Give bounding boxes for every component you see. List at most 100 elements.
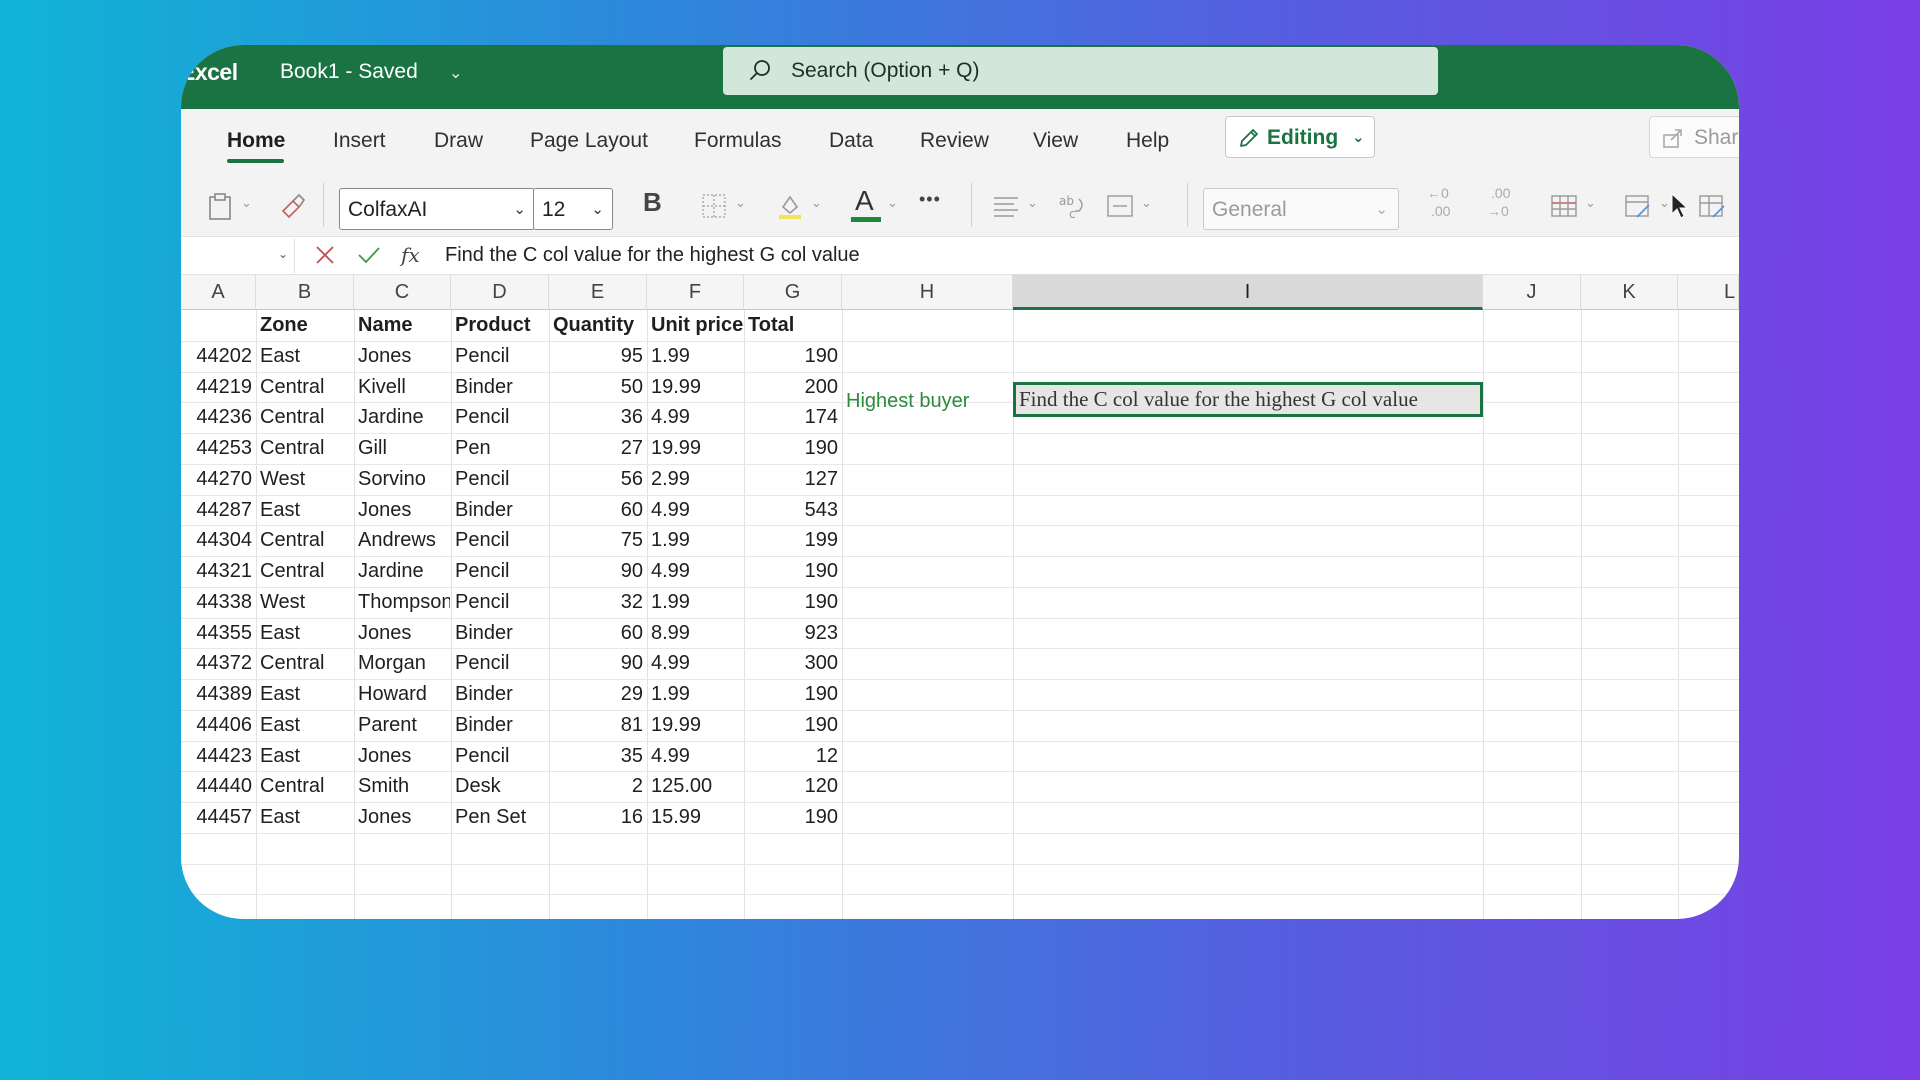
selected-cell[interactable]: Find the C col value for the highest G c… — [1013, 382, 1483, 417]
cell-b11[interactable]: East — [260, 618, 353, 649]
wrap-text-icon[interactable]: ab c — [1057, 191, 1087, 221]
cell-d3[interactable]: Binder — [455, 372, 548, 403]
cell-d2[interactable]: Pencil — [455, 341, 548, 372]
tab-review[interactable]: Review — [920, 129, 989, 153]
spreadsheet-grid[interactable]: A B C D E F G H I J K L Zone Name Product Q… — [181, 275, 1739, 919]
cell-e11[interactable]: 60 — [549, 618, 643, 649]
cell-g7[interactable]: 543 — [744, 495, 838, 526]
cell-f12[interactable]: 4.99 — [651, 648, 743, 679]
tab-draw[interactable]: Draw — [434, 129, 483, 153]
cell-d14[interactable]: Binder — [455, 710, 548, 741]
cell-e2[interactable]: 95 — [549, 341, 643, 372]
more-options-button[interactable]: ••• — [919, 189, 941, 210]
share-button[interactable]: Share — [1649, 116, 1739, 158]
cell-e5[interactable]: 27 — [549, 433, 643, 464]
column-header-c[interactable]: C — [354, 275, 451, 310]
clipboard-icon[interactable] — [205, 191, 235, 221]
cell-b10[interactable]: West — [260, 587, 353, 618]
merge-cells-icon[interactable] — [1105, 191, 1135, 221]
cell-a4[interactable]: 44236 — [181, 402, 252, 433]
cell-a7[interactable]: 44287 — [181, 495, 252, 526]
cell-b14[interactable]: East — [260, 710, 353, 741]
formula-input[interactable]: Find the C col value for the highest G c… — [445, 244, 860, 267]
chevron-down-icon[interactable]: ⌄ — [887, 195, 898, 211]
cell-g17[interactable]: 190 — [744, 802, 838, 833]
cell-a8[interactable]: 44304 — [181, 525, 252, 556]
cell-c5[interactable]: Gill — [358, 433, 450, 464]
highest-buyer-label[interactable]: Highest buyer — [846, 386, 1011, 417]
cell-d8[interactable]: Pencil — [455, 525, 548, 556]
cell-e9[interactable]: 90 — [549, 556, 643, 587]
column-header-h[interactable]: H — [842, 275, 1013, 310]
cell-c13[interactable]: Howard — [358, 679, 450, 710]
cell-g6[interactable]: 127 — [744, 464, 838, 495]
cell-e8[interactable]: 75 — [549, 525, 643, 556]
cell-f1[interactable]: Unit price — [651, 310, 743, 341]
cell-g1[interactable]: Total — [748, 310, 841, 341]
increase-decimal-button[interactable]: .00 →0 — [1485, 185, 1525, 225]
cell-g8[interactable]: 199 — [744, 525, 838, 556]
cell-a6[interactable]: 44270 — [181, 464, 252, 495]
cell-b4[interactable]: Central — [260, 402, 353, 433]
cell-f4[interactable]: 4.99 — [651, 402, 743, 433]
cell-a3[interactable]: 44219 — [181, 372, 252, 403]
cell-e10[interactable]: 32 — [549, 587, 643, 618]
cell-a14[interactable]: 44406 — [181, 710, 252, 741]
cell-f2[interactable]: 1.99 — [651, 341, 743, 372]
column-header-k[interactable]: K — [1581, 275, 1678, 310]
cell-e4[interactable]: 36 — [549, 402, 643, 433]
cell-d17[interactable]: Pen Set — [455, 802, 548, 833]
chevron-down-icon[interactable]: ⌄ — [735, 195, 746, 211]
cell-f3[interactable]: 19.99 — [651, 372, 743, 403]
cell-b9[interactable]: Central — [260, 556, 353, 587]
bold-button[interactable]: B — [643, 187, 662, 218]
column-header-e[interactable]: E — [549, 275, 647, 310]
chevron-down-icon[interactable]: ⌄ — [811, 195, 822, 211]
cell-g3[interactable]: 200 — [744, 372, 838, 403]
cell-d6[interactable]: Pencil — [455, 464, 548, 495]
cell-f7[interactable]: 4.99 — [651, 495, 743, 526]
cell-c3[interactable]: Kivell — [358, 372, 450, 403]
cell-a13[interactable]: 44389 — [181, 679, 252, 710]
name-box[interactable]: ⌄ — [181, 239, 295, 273]
chevron-down-icon[interactable]: ⌄ — [1659, 195, 1670, 211]
column-header-b[interactable]: B — [256, 275, 354, 310]
cell-b8[interactable]: Central — [260, 525, 353, 556]
chevron-down-icon[interactable]: ⌄ — [1027, 195, 1038, 211]
cell-a17[interactable]: 44457 — [181, 802, 252, 833]
cell-b12[interactable]: Central — [260, 648, 353, 679]
cell-styles-icon[interactable] — [1697, 191, 1727, 221]
tab-view[interactable]: View — [1033, 129, 1078, 153]
fill-color-icon[interactable] — [775, 191, 805, 221]
cell-c16[interactable]: Smith — [358, 771, 450, 802]
editing-mode-button[interactable]: Editing ⌄ — [1225, 116, 1375, 158]
cell-f8[interactable]: 1.99 — [651, 525, 743, 556]
cell-e7[interactable]: 60 — [549, 495, 643, 526]
cell-b17[interactable]: East — [260, 802, 353, 833]
cell-f17[interactable]: 15.99 — [651, 802, 743, 833]
cell-e16[interactable]: 2 — [549, 771, 643, 802]
cell-b16[interactable]: Central — [260, 771, 353, 802]
cell-c12[interactable]: Morgan — [358, 648, 450, 679]
cell-f16[interactable]: 125.00 — [651, 771, 743, 802]
cell-c4[interactable]: Jardine — [358, 402, 450, 433]
cell-f5[interactable]: 19.99 — [651, 433, 743, 464]
align-icon[interactable] — [991, 191, 1021, 221]
cell-g4[interactable]: 174 — [744, 402, 838, 433]
cell-c9[interactable]: Jardine — [358, 556, 450, 587]
cell-c1[interactable]: Name — [358, 310, 450, 341]
font-name-select[interactable]: ColfaxAI ⌄ — [339, 188, 535, 230]
tab-data[interactable]: Data — [829, 129, 873, 153]
cell-e13[interactable]: 29 — [549, 679, 643, 710]
chevron-down-icon[interactable]: ⌄ — [449, 63, 462, 83]
chevron-down-icon[interactable]: ⌄ — [1585, 195, 1596, 211]
cell-d7[interactable]: Binder — [455, 495, 548, 526]
cell-g15[interactable]: 12 — [744, 741, 838, 772]
cell-d16[interactable]: Desk — [455, 771, 548, 802]
cell-g9[interactable]: 190 — [744, 556, 838, 587]
cell-b15[interactable]: East — [260, 741, 353, 772]
conditional-format-icon[interactable] — [1549, 191, 1579, 221]
cell-a16[interactable]: 44440 — [181, 771, 252, 802]
column-header-d[interactable]: D — [451, 275, 549, 310]
chevron-down-icon[interactable]: ⌄ — [241, 195, 252, 211]
